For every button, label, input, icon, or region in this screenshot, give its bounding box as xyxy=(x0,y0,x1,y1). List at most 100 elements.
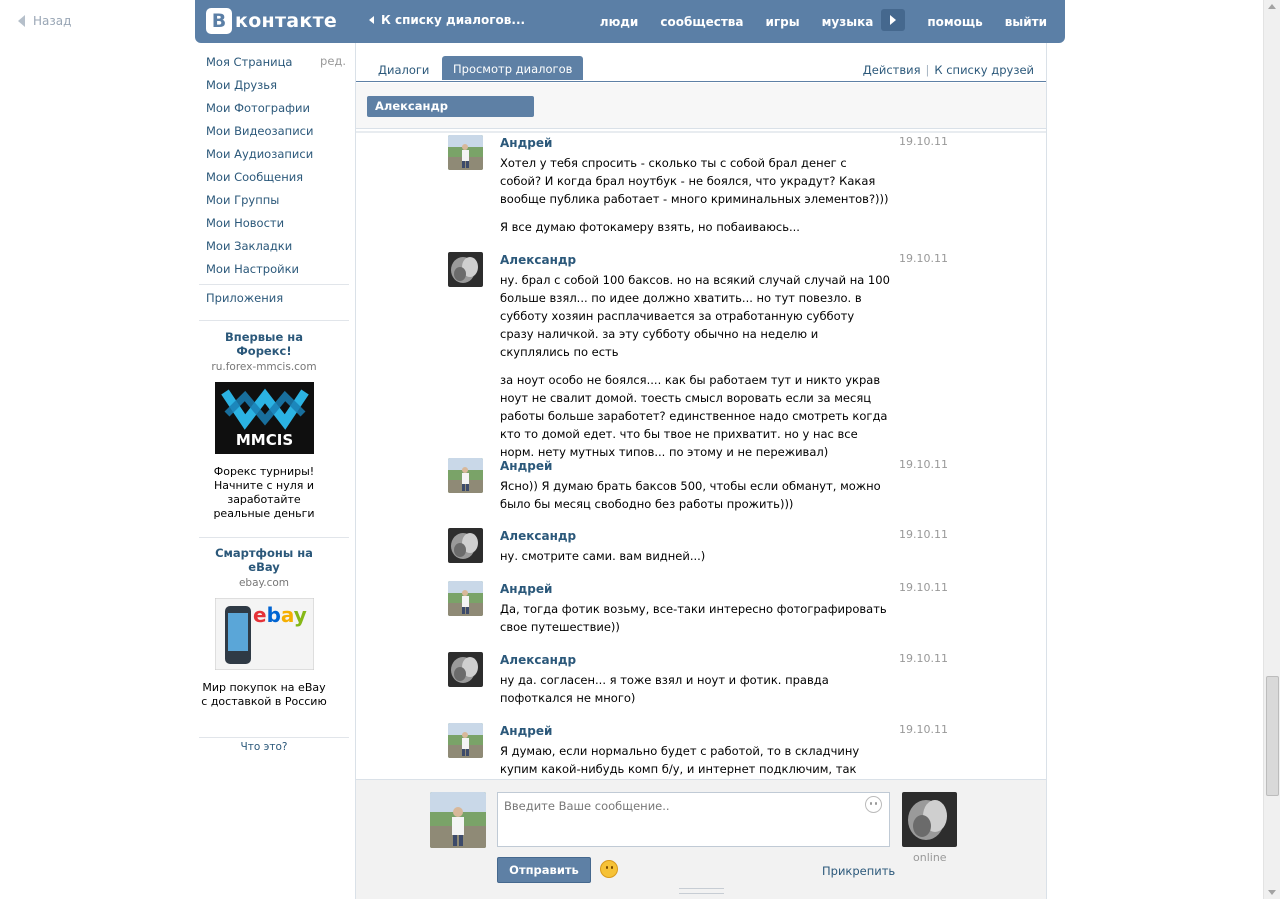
message-text: ну. смотрите сами. вам видней...) xyxy=(500,549,706,563)
arrow-left-icon xyxy=(18,15,25,27)
message-text: Ясно)) Я думаю брать баксов 500, чтобы е… xyxy=(500,479,881,511)
my-avatar[interactable] xyxy=(430,792,486,848)
ad-text: Форекс турниры! Начните с нуля и заработ… xyxy=(213,465,315,520)
menu-divider xyxy=(199,320,349,321)
to-friends-link[interactable]: К списку друзей xyxy=(934,63,1034,77)
message-date: 19.10.11 xyxy=(899,528,948,541)
message-avatar[interactable] xyxy=(448,252,483,287)
message-avatar[interactable] xyxy=(448,528,483,563)
ebay-phone-image[interactable]: ebay xyxy=(214,597,314,671)
ad-ebay[interactable]: Смартфоны на eBay ebay.com ebay Мир поку… xyxy=(199,546,329,709)
message-avatar[interactable] xyxy=(448,458,483,493)
nav-communities[interactable]: сообщества xyxy=(660,15,743,29)
ad-domain: ebay.com xyxy=(238,577,290,589)
dialog-panel: Диалоги Просмотр диалогов Действия | К спи… xyxy=(355,43,1047,899)
mmcis-logo-image[interactable]: MMCIS xyxy=(214,382,314,454)
message-body: ну да. согласен... я тоже взял и ноут и … xyxy=(500,671,890,717)
ad-title[interactable]: Смартфоны на eBay xyxy=(199,546,329,574)
ad-domain: ru.forex-mmcis.com xyxy=(211,361,317,373)
message-body: Хотел у тебя спросить - сколько ты с соб… xyxy=(500,154,890,246)
scroll-down-arrow-icon[interactable] xyxy=(1268,890,1276,895)
message-avatar[interactable] xyxy=(448,723,483,758)
interlocutor-avatar[interactable] xyxy=(902,792,957,847)
smiley-icon[interactable] xyxy=(865,796,882,813)
emoji-icon[interactable] xyxy=(600,860,618,878)
message-input-placeholder: Введите Ваше сообщение.. xyxy=(504,799,670,813)
message-author[interactable]: Андрей xyxy=(500,459,552,473)
ads-divider xyxy=(199,737,349,738)
compose-area: Введите Ваше сообщение.. online Отправит… xyxy=(356,779,1046,899)
ad-text: Мир покупок на eBay с доставкой в Россию xyxy=(201,681,327,708)
attach-link[interactable]: Прикрепить xyxy=(822,864,895,878)
message-date: 19.10.11 xyxy=(899,135,948,148)
message-text: Хотел у тебя спросить - сколько ты с соб… xyxy=(500,156,889,206)
tab-links: Действия | К списку друзей xyxy=(863,63,1034,77)
send-button[interactable]: Отправить xyxy=(497,857,591,883)
message-author[interactable]: Андрей xyxy=(500,582,552,596)
menu-my-bookmarks[interactable]: Мои Закладки xyxy=(206,238,346,261)
back-link[interactable]: Назад xyxy=(18,14,71,28)
participant-name: Александр xyxy=(375,99,448,113)
nav-games[interactable]: игры xyxy=(766,15,800,29)
menu-my-news[interactable]: Мои Новости xyxy=(206,215,346,238)
message-author[interactable]: Александр xyxy=(500,529,576,543)
logo-text: контакте xyxy=(235,10,338,32)
ad-title[interactable]: Впервые на Форекс! xyxy=(199,330,329,358)
tab-dialogs[interactable]: Диалоги xyxy=(378,59,429,81)
top-header: В контакте К списку диалогов... люди соо… xyxy=(195,0,1065,43)
message-text: за ноут особо не боялся.... как бы работ… xyxy=(500,373,888,459)
scrollbar-thumb[interactable] xyxy=(1266,676,1279,796)
message-date: 19.10.11 xyxy=(899,723,948,736)
menu-my-settings[interactable]: Мои Настройки xyxy=(206,261,346,284)
message-author[interactable]: Андрей xyxy=(500,724,552,738)
message-input[interactable]: Введите Ваше сообщение.. xyxy=(497,792,890,847)
message-author[interactable]: Александр xyxy=(500,653,576,667)
message-body: ну. брал с собой 100 баксов. но на всяки… xyxy=(500,271,890,471)
nav-music[interactable]: музыка xyxy=(822,15,874,29)
mmcis-logo-text: MMCIS xyxy=(235,431,292,449)
message-text: Да, тогда фотик возьму, все-таки интерес… xyxy=(500,602,887,634)
message-avatar[interactable] xyxy=(448,581,483,616)
resize-grip[interactable] xyxy=(679,888,724,894)
ads-divider xyxy=(199,537,349,538)
menu-my-audios[interactable]: Мои Аудиозаписи xyxy=(206,146,346,169)
message-avatar[interactable] xyxy=(448,135,483,170)
menu-my-videos[interactable]: Мои Видеозаписи xyxy=(206,123,346,146)
nav-people[interactable]: люди xyxy=(600,15,639,29)
online-status: online xyxy=(913,851,947,864)
play-icon xyxy=(890,15,897,25)
scroll-up-arrow-icon[interactable] xyxy=(1268,4,1276,9)
menu-my-photos[interactable]: Мои Фотографии xyxy=(206,100,346,123)
message-text: ну да. согласен... я тоже взял и ноут и … xyxy=(500,673,829,705)
arrow-left-icon xyxy=(369,16,374,24)
music-play-button[interactable] xyxy=(881,9,906,31)
menu-apps[interactable]: Приложения xyxy=(206,291,283,305)
back-to-dialogs-label: К списку диалогов... xyxy=(381,13,526,27)
message-author[interactable]: Александр xyxy=(500,253,576,267)
left-menu: Моя Страница Мои Друзья Мои Фотографии М… xyxy=(206,54,346,305)
actions-link[interactable]: Действия xyxy=(863,63,921,77)
tab-links-separator: | xyxy=(925,63,930,77)
tab-view-dialogs[interactable]: Просмотр диалогов xyxy=(442,56,584,80)
message-author[interactable]: Андрей xyxy=(500,136,552,150)
message-body: Да, тогда фотик возьму, все-таки интерес… xyxy=(500,600,890,646)
message-avatar[interactable] xyxy=(448,652,483,687)
dialog-tabs: Диалоги Просмотр диалогов Действия | К спи… xyxy=(356,55,1046,82)
vk-logo[interactable]: В контакте xyxy=(206,8,337,34)
page-scrollbar[interactable] xyxy=(1263,0,1280,899)
nav-logout[interactable]: выйти xyxy=(1005,15,1047,29)
edit-menu-link[interactable]: ред. xyxy=(320,54,346,68)
ebay-logo-text: ebay xyxy=(253,603,307,627)
nav-help[interactable]: помощь xyxy=(927,15,982,29)
back-to-dialogs-link[interactable]: К списку диалогов... xyxy=(369,13,525,27)
participant-chip[interactable]: Александр xyxy=(367,96,534,117)
ads-what-is-this-link[interactable]: Что это? xyxy=(199,741,329,753)
message-date: 19.10.11 xyxy=(899,252,948,265)
menu-my-messages[interactable]: Мои Сообщения xyxy=(206,169,346,192)
message-text: Я все думаю фотокамеру взять, но побаива… xyxy=(500,220,800,234)
ad-forex[interactable]: Впервые на Форекс! ru.forex-mmcis.com MM… xyxy=(199,330,329,521)
message-date: 19.10.11 xyxy=(899,581,948,594)
message-body: Ясно)) Я думаю брать баксов 500, чтобы е… xyxy=(500,477,890,523)
menu-my-groups[interactable]: Мои Группы xyxy=(206,192,346,215)
menu-my-friends[interactable]: Мои Друзья xyxy=(206,77,346,100)
